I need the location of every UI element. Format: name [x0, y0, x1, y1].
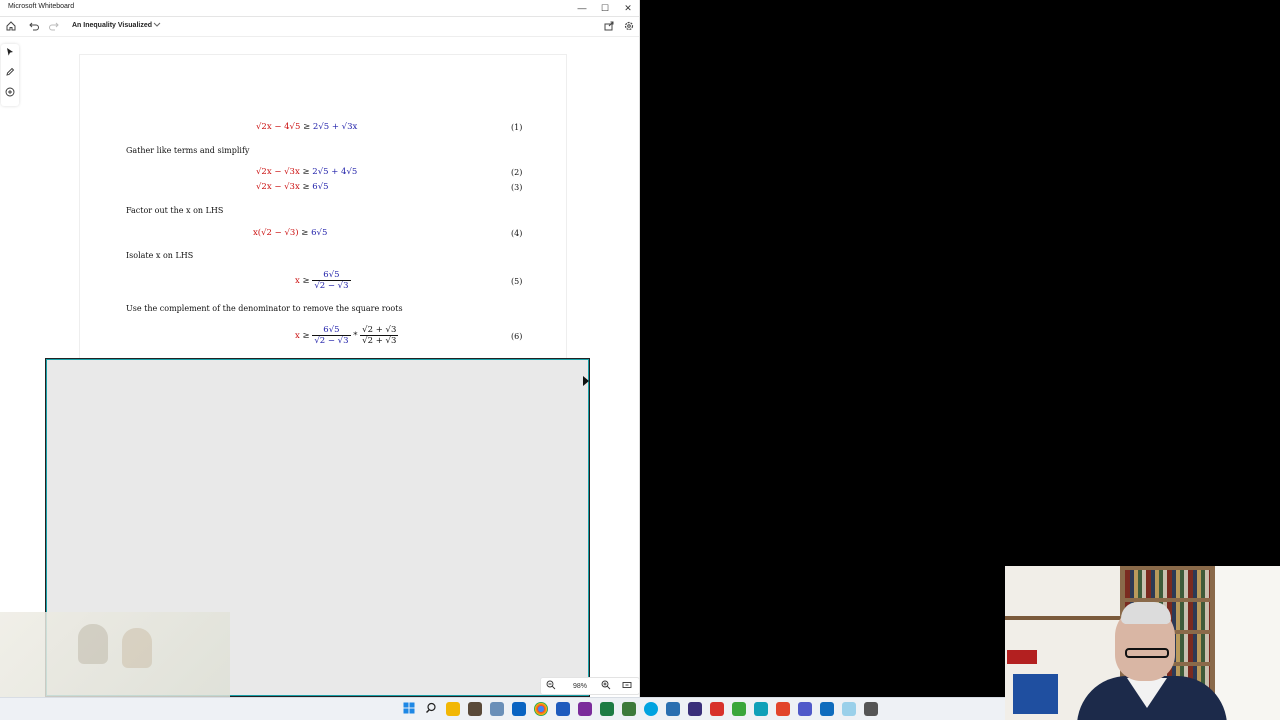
prose-text: Isolate x on LHS [126, 251, 194, 260]
cursor-icon [583, 376, 589, 386]
app-icon[interactable] [776, 702, 790, 716]
prose-text: Factor out the x on LHS [126, 206, 224, 215]
taskbar [0, 697, 1005, 720]
share-icon[interactable] [602, 20, 616, 34]
pen-icon[interactable] [3, 67, 17, 81]
whiteboard-window: Microsoft Whiteboard — ☐ ✕ An Inequality… [0, 0, 640, 697]
search-icon[interactable] [424, 702, 438, 716]
equation-number: (3) [511, 183, 523, 192]
app-toolbar: An Inequality Visualized [0, 17, 639, 37]
skype-icon[interactable] [644, 702, 658, 716]
chevron-down-icon[interactable] [153, 20, 161, 30]
excel-icon[interactable] [600, 702, 614, 716]
minimize-button[interactable]: — [572, 2, 592, 14]
camtasia-rec-icon[interactable] [710, 702, 724, 716]
fit-screen-icon[interactable] [621, 680, 633, 692]
zoom-out-icon[interactable] [545, 680, 557, 692]
equation-6: x ≥ 6√5 √2 − √3 * √2 + √3 √2 + √3 [295, 325, 399, 346]
equation-number: (5) [511, 277, 523, 286]
tool-palette [1, 44, 19, 106]
redo-icon[interactable] [47, 20, 61, 34]
zoom-in-icon[interactable] [600, 680, 612, 692]
add-icon[interactable] [3, 87, 17, 101]
tablet-icon[interactable] [864, 702, 878, 716]
equation-2: √2x − √3x ≥ 2√5 + 4√5 [256, 167, 358, 177]
photos-icon[interactable] [468, 702, 482, 716]
home-icon[interactable] [4, 20, 18, 34]
title-bar: Microsoft Whiteboard — ☐ ✕ [0, 0, 639, 17]
equation-3: √2x − √3x ≥ 6√5 [256, 182, 329, 192]
equation-number: (2) [511, 168, 523, 177]
snagit-editor-icon[interactable] [754, 702, 768, 716]
close-button[interactable]: ✕ [618, 2, 638, 14]
faded-photo[interactable] [0, 612, 230, 697]
zoom-controls: 98% [540, 677, 639, 695]
app-title: Microsoft Whiteboard [8, 3, 75, 10]
chrome-icon[interactable] [534, 702, 548, 716]
equation-1: √2x − 4√5 ≥ 2√5 + √3x [256, 122, 358, 132]
equation-number: (1) [511, 123, 523, 132]
onenote-icon[interactable] [578, 702, 592, 716]
teams-icon[interactable] [798, 702, 812, 716]
equation-number: (6) [511, 332, 523, 341]
equation-number: (4) [511, 229, 523, 238]
visio-icon[interactable] [622, 702, 636, 716]
snagit-icon[interactable] [732, 702, 746, 716]
mail-icon[interactable] [842, 702, 856, 716]
snip-icon[interactable] [490, 702, 504, 716]
webcam-feed [1005, 566, 1280, 720]
zoom-level: 98% [573, 683, 588, 690]
outlook-icon[interactable] [512, 702, 526, 716]
app-icon[interactable] [666, 702, 680, 716]
select-icon[interactable] [3, 47, 17, 61]
undo-icon[interactable] [27, 20, 41, 34]
math-page: √2x − 4√5 ≥ 2√5 + √3x (1) Gather like te… [79, 54, 567, 358]
camtasia-icon[interactable] [688, 702, 702, 716]
equation-5: x ≥ 6√5 √2 − √3 [295, 270, 351, 291]
file-explorer-icon[interactable] [446, 702, 460, 716]
prose-text: Use the complement of the denominator to… [126, 304, 403, 313]
settings-icon[interactable] [622, 20, 636, 34]
maximize-button[interactable]: ☐ [595, 2, 615, 14]
whiteboard-icon[interactable] [820, 702, 834, 716]
word-icon[interactable] [556, 702, 570, 716]
document-title[interactable]: An Inequality Visualized [72, 22, 152, 29]
prose-text: Gather like terms and simplify [126, 146, 250, 155]
windows-start-icon[interactable] [402, 702, 416, 716]
equation-4: x(√2 − √3) ≥ 6√5 [253, 228, 328, 238]
